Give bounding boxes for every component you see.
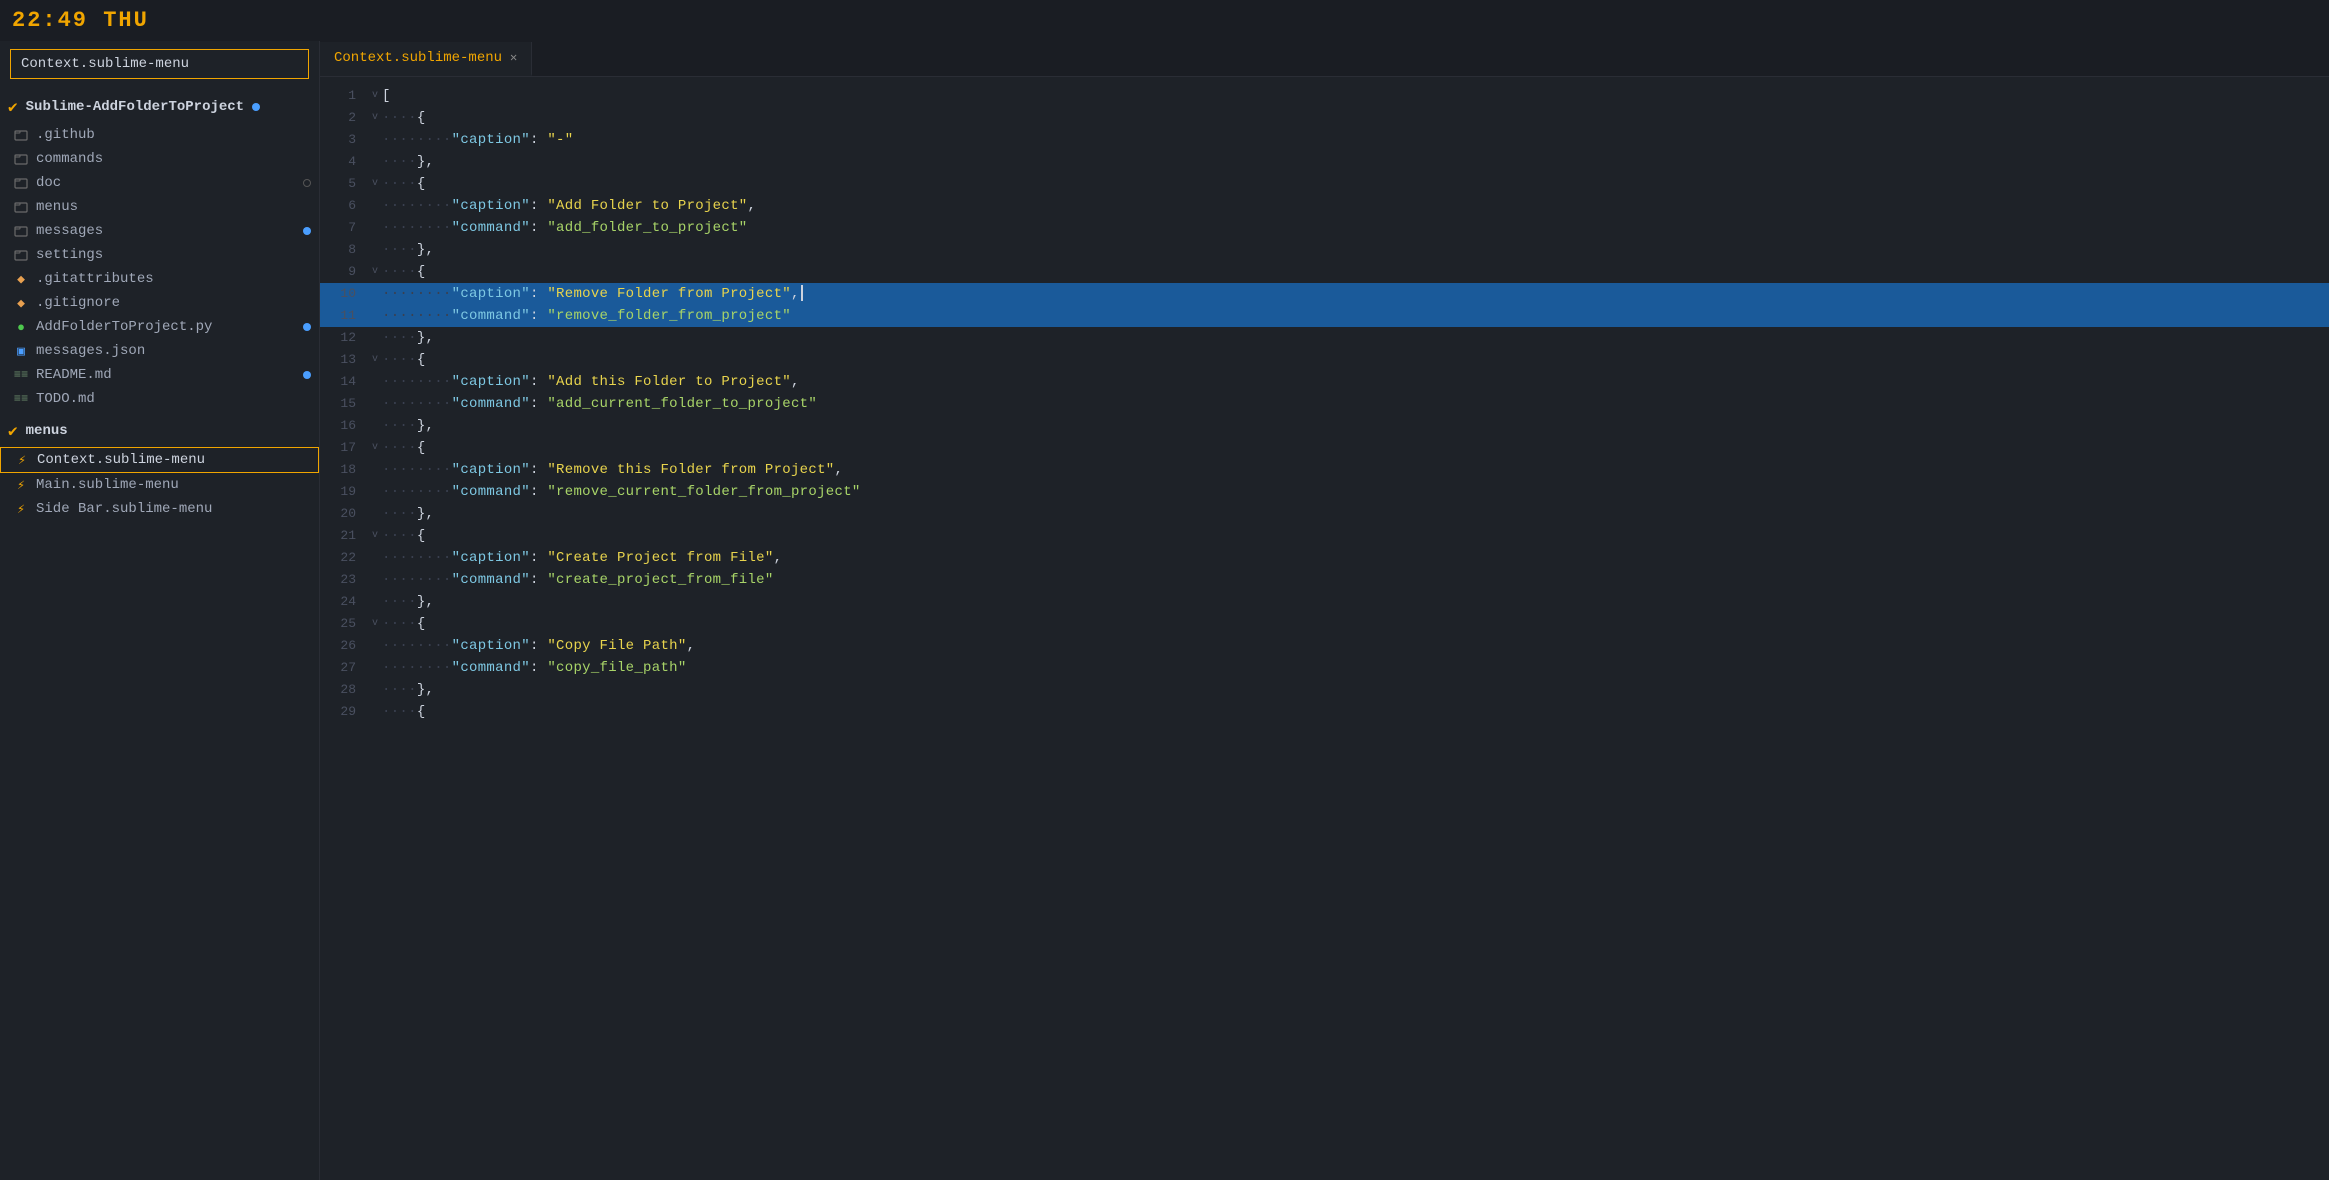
code-line: 6 ········"caption": "Add Folder to Proj… [320,195,2329,217]
md-icon: ≡≡ [12,366,30,384]
file-tree: ✔ Sublime-AddFolderToProject .github com… [0,87,319,1180]
file-label: .github [36,127,311,143]
code-line: 19 ········"command": "remove_current_fo… [320,481,2329,503]
menus-section[interactable]: ✔ menus [0,415,319,447]
code-line: 14 ········"caption": "Add this Folder t… [320,371,2329,393]
sublime-icon: ⚡ [12,476,30,494]
code-editor[interactable]: 1 v [ 2 v ····{ 3 ········"caption": "-"… [320,77,2329,1180]
code-line: 1 v [ [320,85,2329,107]
code-line: 16 ····}, [320,415,2329,437]
tab-label: Context.sublime-menu [334,50,502,66]
code-line: 17 v ····{ [320,437,2329,459]
code-line: 12 ····}, [320,327,2329,349]
list-item[interactable]: ▣ messages.json [0,339,319,363]
file-label: messages.json [36,343,311,359]
folder-icon [12,198,30,216]
code-line: 3 ········"caption": "-" [320,129,2329,151]
sublime-icon: ⚡ [12,500,30,518]
root-folder-badge [252,103,260,111]
list-item[interactable]: ◆ .gitattributes [0,267,319,291]
code-line: 23 ········"command": "create_project_fr… [320,569,2329,591]
editor-area: Context.sublime-menu ✕ 1 v [ 2 v ····{ 3 [320,41,2329,1180]
git-icon: ◆ [12,270,30,288]
code-line: 21 v ····{ [320,525,2329,547]
file-label: commands [36,151,311,167]
file-label: doc [36,175,303,191]
code-line: 20 ····}, [320,503,2329,525]
folder-icon [12,150,30,168]
list-item[interactable]: ● AddFolderToProject.py [0,315,319,339]
file-label: AddFolderToProject.py [36,319,303,335]
topbar: 22:49 THU [0,0,2329,41]
search-input[interactable] [10,49,309,79]
json-icon: ▣ [12,342,30,360]
file-label: settings [36,247,311,263]
sidebar: ✔ Sublime-AddFolderToProject .github com… [0,41,320,1180]
folder-icon [12,174,30,192]
code-line: 11 ········"command": "remove_folder_fro… [320,305,2329,327]
file-label: README.md [36,367,303,383]
code-line: 9 v ····{ [320,261,2329,283]
tab-close-button[interactable]: ✕ [510,50,517,65]
code-line: 8 ····}, [320,239,2329,261]
md-icon: ≡≡ [12,390,30,408]
modified-badge [303,323,311,331]
code-line: 4 ····}, [320,151,2329,173]
folder-icon [12,246,30,264]
root-folder-name: Sublime-AddFolderToProject [26,99,244,115]
code-line: 24 ····}, [320,591,2329,613]
section-name: menus [26,423,68,439]
tab-context-menu[interactable]: Context.sublime-menu ✕ [320,42,532,76]
folder-icon [12,126,30,144]
list-item[interactable]: settings [0,243,319,267]
list-item[interactable]: commands [0,147,319,171]
clock-display: 22:49 THU [12,8,149,33]
code-line: 13 v ····{ [320,349,2329,371]
code-line: 27 ········"command": "copy_file_path" [320,657,2329,679]
file-label: Side Bar.sublime-menu [36,501,311,517]
code-line: 5 v ····{ [320,173,2329,195]
file-label: .gitattributes [36,271,311,287]
list-item[interactable]: ⚡ Main.sublime-menu [0,473,319,497]
tab-bar: Context.sublime-menu ✕ [320,41,2329,77]
list-item[interactable]: doc [0,171,319,195]
code-line: 15 ········"command": "add_current_folde… [320,393,2329,415]
list-item[interactable]: ⚡ Context.sublime-menu [0,447,319,473]
check-icon: ✔ [8,97,18,117]
git-icon: ◆ [12,294,30,312]
list-item[interactable]: ≡≡ README.md [0,363,319,387]
file-label: .gitignore [36,295,311,311]
root-folder[interactable]: ✔ Sublime-AddFolderToProject [0,91,319,123]
modified-badge [303,227,311,235]
code-line: 10 ········"caption": "Remove Folder fro… [320,283,2329,305]
code-line: 2 v ····{ [320,107,2329,129]
sublime-icon: ⚡ [13,451,31,469]
code-line: 18 ········"caption": "Remove this Folde… [320,459,2329,481]
file-label: menus [36,199,311,215]
file-label: Context.sublime-menu [37,452,310,468]
list-item[interactable]: ≡≡ TODO.md [0,387,319,411]
code-line: 7 ········"command": "add_folder_to_proj… [320,217,2329,239]
code-line: 28 ····}, [320,679,2329,701]
empty-badge [303,179,311,187]
folder-icon [12,222,30,240]
list-item[interactable]: .github [0,123,319,147]
code-line: 29 ····{ [320,701,2329,723]
file-label: TODO.md [36,391,311,407]
list-item[interactable]: menus [0,195,319,219]
code-line: 26 ········"caption": "Copy File Path", [320,635,2329,657]
main-layout: ✔ Sublime-AddFolderToProject .github com… [0,41,2329,1180]
list-item[interactable]: messages [0,219,319,243]
code-line: 22 ········"caption": "Create Project fr… [320,547,2329,569]
list-item[interactable]: ◆ .gitignore [0,291,319,315]
file-label: messages [36,223,303,239]
file-label: Main.sublime-menu [36,477,311,493]
check-icon: ✔ [8,421,18,441]
python-icon: ● [12,318,30,336]
code-line: 25 v ····{ [320,613,2329,635]
modified-badge [303,371,311,379]
list-item[interactable]: ⚡ Side Bar.sublime-menu [0,497,319,521]
